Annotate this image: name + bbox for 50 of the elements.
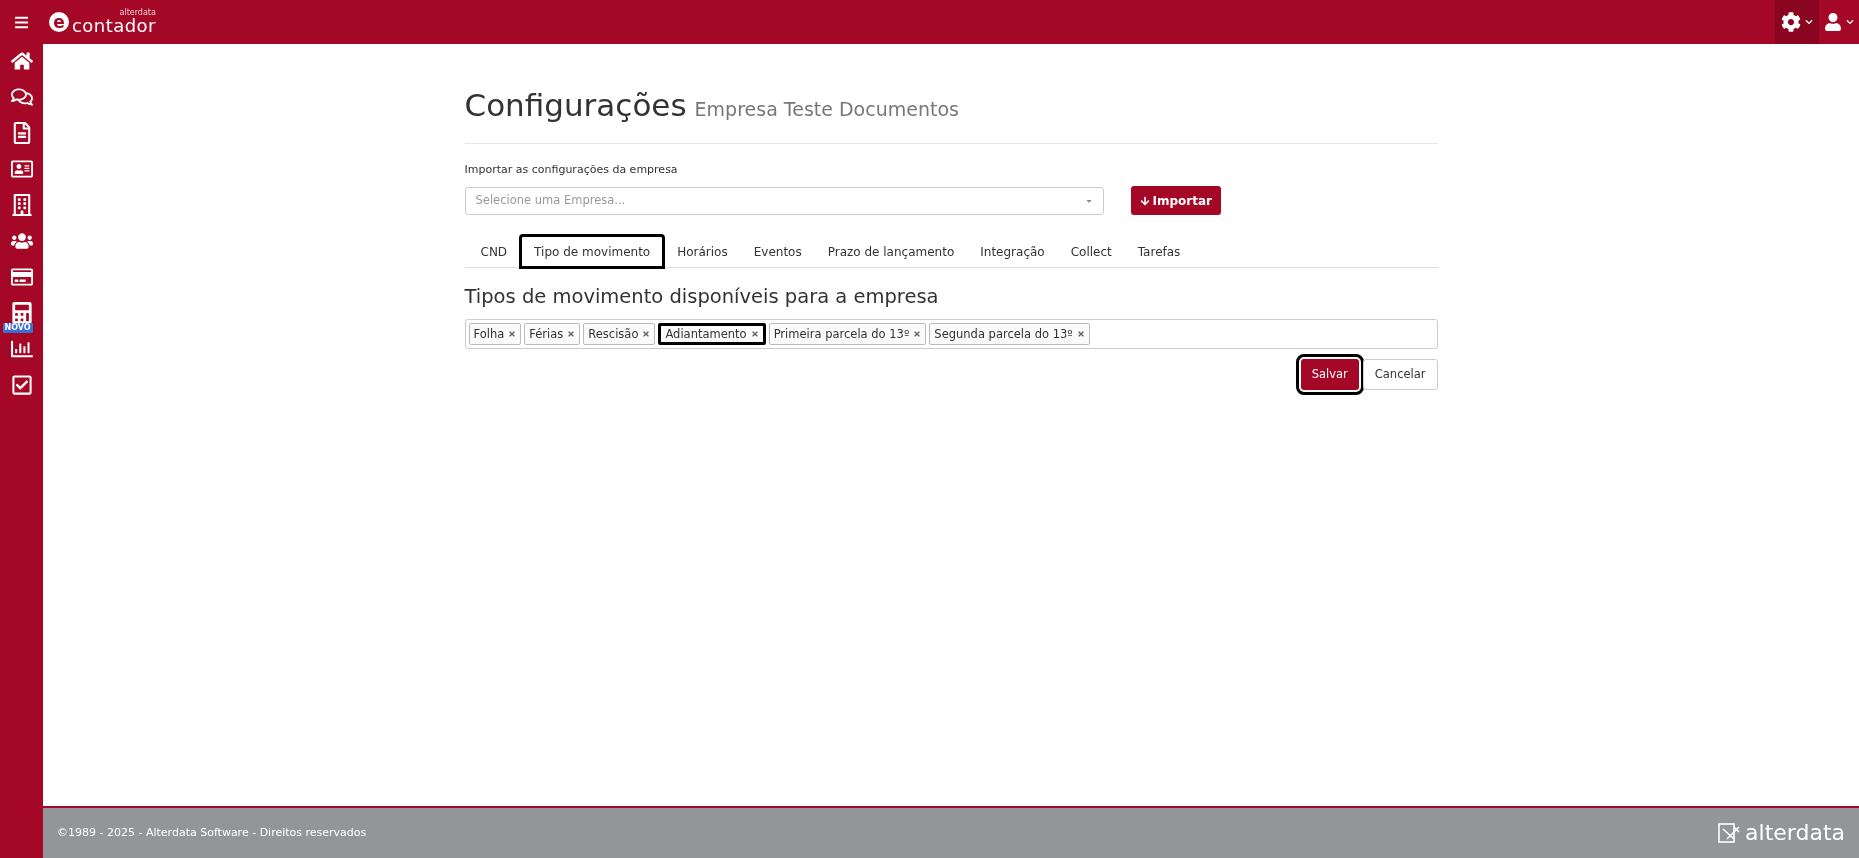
cancel-button[interactable]: Cancelar xyxy=(1362,359,1438,391)
chevron-down-icon xyxy=(1805,18,1813,26)
calculator-icon[interactable] xyxy=(10,302,33,324)
settings-button[interactable] xyxy=(1775,0,1819,44)
checkbox-icon[interactable] xyxy=(10,374,33,396)
footer-logo: alterdata xyxy=(1745,822,1845,844)
user-icon xyxy=(1824,13,1842,31)
logo-icon xyxy=(1717,821,1742,845)
chat-icon[interactable] xyxy=(10,86,33,108)
tag: Rescisão xyxy=(583,323,656,346)
chevron-down-icon xyxy=(1846,18,1854,26)
remove-icon[interactable] xyxy=(913,330,922,339)
tag: Adiantamento xyxy=(658,323,766,346)
tab[interactable]: Eventos xyxy=(740,235,815,268)
page-title: Configurações xyxy=(464,86,687,125)
settings-icon xyxy=(1781,12,1801,32)
remove-icon[interactable] xyxy=(750,330,759,339)
section-title: Tipos de movimento disponíveis para a empresa xyxy=(464,284,940,310)
tag: Primeira parcela do 13º xyxy=(768,323,927,346)
contact-card-icon[interactable] xyxy=(10,158,33,180)
remove-icon[interactable] xyxy=(642,330,651,339)
building-icon[interactable] xyxy=(10,194,33,216)
remove-icon[interactable] xyxy=(1076,330,1085,339)
tab[interactable]: Integração xyxy=(967,235,1058,268)
select-placeholder: Selecione uma Empresa... xyxy=(475,191,627,209)
home-icon[interactable] xyxy=(10,50,33,72)
remove-icon[interactable] xyxy=(567,330,576,339)
import-label: Importar as configurações da empresa xyxy=(464,161,679,178)
arrow-down-icon xyxy=(1139,195,1150,206)
tag: Férias xyxy=(524,323,581,346)
import-button[interactable]: Importar xyxy=(1130,186,1221,215)
tags-field[interactable]: Folha Férias Rescisão Adiantamento Primeira parcela do 13º Segunda parcela do 13º xyxy=(464,319,1438,350)
tab[interactable]: Tarefas xyxy=(1124,235,1194,268)
new-badge: NOVO xyxy=(2,323,33,333)
tab[interactable]: Tipo de movimento xyxy=(520,235,665,268)
brand-name: contador xyxy=(72,17,156,35)
tab[interactable]: Prazo de lançamento xyxy=(814,235,968,268)
tag: Folha xyxy=(468,323,522,346)
people-icon[interactable] xyxy=(10,230,33,252)
bar-chart-icon[interactable] xyxy=(10,338,33,360)
brand-small-text: alterdata xyxy=(119,9,156,17)
remove-icon[interactable] xyxy=(508,330,517,339)
tab[interactable]: Collect xyxy=(1057,235,1125,268)
tab[interactable]: Horários xyxy=(664,235,741,268)
logo-mark: e xyxy=(49,12,69,32)
credit-card-icon[interactable] xyxy=(10,266,33,288)
tag: Segunda parcela do 13º xyxy=(929,323,1090,346)
tab[interactable]: CND xyxy=(467,235,521,268)
copyright-text: ©1989 - 2025 - Alterdata Software - Direitos reservados xyxy=(57,824,367,841)
company-name: Empresa Teste Documentos xyxy=(694,97,959,122)
